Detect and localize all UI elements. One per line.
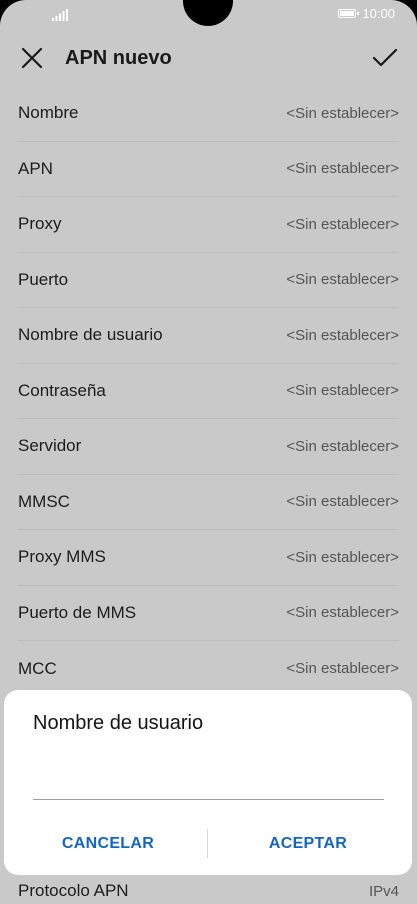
signal-icon — [52, 9, 68, 21]
field-row-protocolo-apn[interactable]: Protocolo APN IPv4 — [18, 878, 399, 904]
battery-icon — [338, 9, 360, 18]
field-value: <Sin establecer> — [286, 660, 399, 678]
check-icon[interactable] — [371, 44, 399, 72]
username-input[interactable] — [33, 760, 384, 800]
field-label: Proxy — [18, 214, 62, 234]
field-value: <Sin establecer> — [286, 382, 399, 400]
field-label: Nombre de usuario — [18, 325, 163, 345]
field-row-nombre[interactable]: Nombre <Sin establecer> — [18, 86, 399, 142]
field-label: APN — [18, 158, 53, 178]
status-time: 10:00 — [362, 6, 395, 21]
field-row-mcc[interactable]: MCC <Sin establecer> — [18, 641, 399, 697]
field-value: IPv4 — [368, 882, 399, 900]
field-row-proxy-mms[interactable]: Proxy MMS <Sin establecer> — [18, 530, 399, 586]
dialog-title: Nombre de usuario — [33, 712, 204, 734]
field-label: MMSC — [18, 491, 70, 511]
accept-button[interactable]: ACEPTAR — [208, 828, 408, 860]
field-label: Protocolo APN — [18, 881, 129, 900]
field-value: <Sin establecer> — [286, 160, 399, 178]
field-label: Puerto de MMS — [18, 602, 137, 622]
status-bar: 10:00 — [0, 0, 417, 30]
apn-settings-list: Nombre <Sin establecer> APN <Sin estable… — [0, 86, 417, 697]
field-row-proxy[interactable]: Proxy <Sin establecer> — [18, 197, 399, 253]
field-value: <Sin establecer> — [286, 437, 399, 455]
field-row-puerto-de-mms[interactable]: Puerto de MMS <Sin establecer> — [18, 586, 399, 641]
field-label: Proxy MMS — [18, 547, 106, 567]
field-value: <Sin establecer> — [286, 604, 399, 622]
field-value: <Sin establecer> — [286, 548, 399, 566]
field-label: MCC — [18, 658, 57, 678]
field-value: <Sin establecer> — [286, 271, 399, 289]
field-label: Servidor — [18, 436, 82, 456]
field-row-mmsc[interactable]: MMSC <Sin establecer> — [18, 475, 399, 530]
field-label: Puerto — [18, 269, 69, 289]
username-dialog: Nombre de usuario CANCELAR ACEPTAR — [4, 690, 412, 875]
cancel-button[interactable]: CANCELAR — [8, 828, 208, 860]
app-bar: APN nuevo — [0, 30, 417, 86]
close-icon[interactable] — [18, 44, 46, 72]
field-row-contrasena[interactable]: Contraseña <Sin establecer> — [18, 364, 399, 419]
field-label: Nombre — [18, 103, 79, 123]
field-row-apn[interactable]: APN <Sin establecer> — [18, 142, 399, 197]
field-label: Contraseña — [18, 380, 106, 400]
field-value: <Sin establecer> — [286, 104, 399, 122]
page-title: APN nuevo — [65, 47, 172, 69]
phone-screen: 10:00 APN nuevo Nombre <Sin establecer> … — [0, 0, 417, 904]
field-row-puerto[interactable]: Puerto <Sin establecer> — [18, 253, 399, 308]
field-value: <Sin establecer> — [286, 326, 399, 344]
field-value: <Sin establecer> — [286, 493, 399, 511]
field-value: <Sin establecer> — [286, 215, 399, 233]
field-row-nombre-de-usuario[interactable]: Nombre de usuario <Sin establecer> — [18, 308, 399, 364]
field-row-servidor[interactable]: Servidor <Sin establecer> — [18, 419, 399, 475]
camera-notch — [183, 0, 233, 26]
